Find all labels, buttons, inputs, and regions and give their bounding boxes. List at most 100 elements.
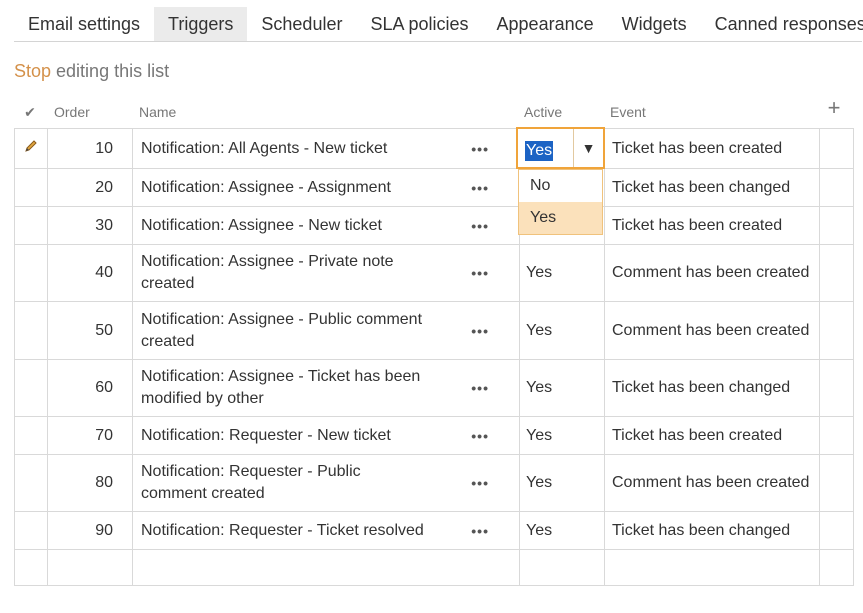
row-menu-icon[interactable]: •••: [471, 428, 489, 444]
row-edit-cell[interactable]: [14, 244, 48, 302]
row-menu-icon[interactable]: •••: [471, 218, 489, 234]
column-header-event[interactable]: Event: [610, 100, 646, 124]
tab-scheduler[interactable]: Scheduler: [247, 7, 356, 41]
stop-editing-label: editing this list: [51, 61, 170, 81]
row-event: Comment has been created: [604, 244, 820, 302]
table-row[interactable]: 80 Notification: Requester - Public comme…: [14, 454, 854, 512]
tab-email-settings[interactable]: Email settings: [14, 7, 154, 41]
row-active: Yes: [519, 359, 605, 417]
select-column-check-icon[interactable]: ✔: [21, 100, 39, 124]
dropdown-option-no[interactable]: No: [519, 170, 602, 202]
row-name: Notification: Assignee - Ticket has been…: [141, 368, 421, 407]
row-menu-icon[interactable]: •••: [471, 265, 489, 281]
row-name: Notification: Assignee - Assignment: [141, 178, 391, 196]
row-name-cell: Notification: Assignee - Public comment …: [132, 301, 520, 360]
row-order: 70: [47, 416, 133, 455]
tab-sla-policies[interactable]: SLA policies: [356, 7, 482, 41]
row-event: Ticket has been created: [604, 206, 820, 245]
table-row[interactable]: 60 Notification: Assignee - Ticket has be…: [14, 359, 854, 417]
column-header-active[interactable]: Active: [524, 100, 562, 124]
row-order: 90: [47, 511, 133, 550]
column-header-order[interactable]: Order: [54, 100, 90, 124]
row-name-cell: Notification: Requester - New ticket •••: [132, 416, 520, 455]
row-edit-cell[interactable]: [14, 416, 48, 455]
active-dropdown-list: No Yes: [518, 169, 603, 235]
edit-mode-toggle: Stop editing this list: [14, 60, 169, 82]
stop-editing-link[interactable]: Stop: [14, 61, 51, 81]
row-menu-icon[interactable]: •••: [471, 323, 489, 339]
row-name: Notification: Assignee - Public comment …: [141, 310, 423, 350]
row-name-cell: Notification: Requester - Public comment…: [132, 454, 520, 512]
row-menu-icon[interactable]: •••: [471, 523, 489, 539]
row-tail-cell: [819, 206, 854, 245]
row-name-cell: Notification: Requester - Ticket resolve…: [132, 511, 520, 550]
tab-widgets[interactable]: Widgets: [608, 7, 701, 41]
row-tail-cell: [819, 549, 854, 586]
row-edit-cell[interactable]: [14, 454, 48, 512]
row-tail-cell: [819, 416, 854, 455]
row-name-cell: [132, 549, 520, 586]
row-name-cell: Notification: Assignee - Private note cr…: [132, 244, 520, 302]
row-event: Ticket has been created: [604, 416, 820, 455]
row-tail-cell: [819, 128, 854, 169]
active-select-value[interactable]: Yes: [525, 141, 554, 161]
row-event: Ticket has been changed: [604, 359, 820, 417]
row-order: 30: [47, 206, 133, 245]
table-row[interactable]: 20 Notification: Assignee - Assignment •••…: [14, 168, 854, 207]
row-order: 50: [47, 301, 133, 360]
row-name-cell: Notification: All Agents - New ticket •••: [132, 128, 520, 169]
tab-appearance[interactable]: Appearance: [483, 7, 608, 41]
tab-triggers[interactable]: Triggers: [154, 7, 248, 41]
row-edit-cell[interactable]: [14, 511, 48, 550]
row-edit-cell[interactable]: [14, 549, 48, 586]
row-active: [519, 549, 605, 586]
row-name: Notification: Assignee - New ticket: [141, 216, 382, 234]
row-edit-cell[interactable]: [14, 168, 48, 207]
row-event: Ticket has been changed: [604, 168, 820, 207]
tab-bar: Email settings Triggers Scheduler SLA po…: [14, 7, 863, 42]
row-edit-cell[interactable]: [14, 206, 48, 245]
chevron-down-icon[interactable]: ▼: [573, 129, 603, 167]
row-order: 40: [47, 244, 133, 302]
row-order: 20: [47, 168, 133, 207]
row-event: Comment has been created: [604, 454, 820, 512]
triggers-table: 10 Notification: All Agents - New ticket •…: [14, 128, 854, 586]
row-menu-icon[interactable]: •••: [471, 380, 489, 396]
row-event: Ticket has been changed: [604, 511, 820, 550]
active-select[interactable]: Yes ▼: [516, 127, 605, 169]
row-name-cell: Notification: Assignee - New ticket •••: [132, 206, 520, 245]
row-name: Notification: Requester - Public comment…: [141, 463, 361, 502]
table-row[interactable]: [14, 549, 854, 586]
row-active: Yes: [519, 244, 605, 302]
row-tail-cell: [819, 301, 854, 360]
tab-canned-responses[interactable]: Canned responses: [701, 7, 863, 41]
row-tail-cell: [819, 168, 854, 207]
row-name: Notification: Requester - New ticket: [141, 426, 391, 444]
dropdown-option-yes[interactable]: Yes: [519, 202, 602, 234]
row-order: 10: [47, 128, 133, 169]
row-edit-cell[interactable]: [14, 128, 48, 169]
table-row[interactable]: 30 Notification: Assignee - New ticket •••…: [14, 206, 854, 245]
pencil-icon[interactable]: [23, 138, 39, 154]
row-edit-cell[interactable]: [14, 359, 48, 417]
table-row[interactable]: 10 Notification: All Agents - New ticket •…: [14, 128, 854, 169]
row-active: Yes: [519, 511, 605, 550]
table-row[interactable]: 50 Notification: Assignee - Public commen…: [14, 301, 854, 360]
row-active: Yes: [519, 416, 605, 455]
row-event: Ticket has been created: [604, 128, 820, 169]
table-row[interactable]: 90 Notification: Requester - Ticket resol…: [14, 511, 854, 550]
row-event: Comment has been created: [604, 301, 820, 360]
add-row-plus-icon[interactable]: +: [824, 96, 844, 120]
row-name: Notification: Requester - Ticket resolve…: [141, 521, 424, 539]
row-order: [47, 549, 133, 586]
row-menu-icon[interactable]: •••: [471, 475, 489, 491]
table-row[interactable]: 40 Notification: Assignee - Private note …: [14, 244, 854, 302]
table-row[interactable]: 70 Notification: Requester - New ticket ••…: [14, 416, 854, 455]
row-tail-cell: [819, 359, 854, 417]
row-name: Notification: All Agents - New ticket: [141, 139, 388, 157]
row-menu-icon[interactable]: •••: [471, 180, 489, 196]
column-header-name[interactable]: Name: [139, 100, 176, 124]
row-menu-icon[interactable]: •••: [471, 141, 489, 157]
row-tail-cell: [819, 244, 854, 302]
row-edit-cell[interactable]: [14, 301, 48, 360]
